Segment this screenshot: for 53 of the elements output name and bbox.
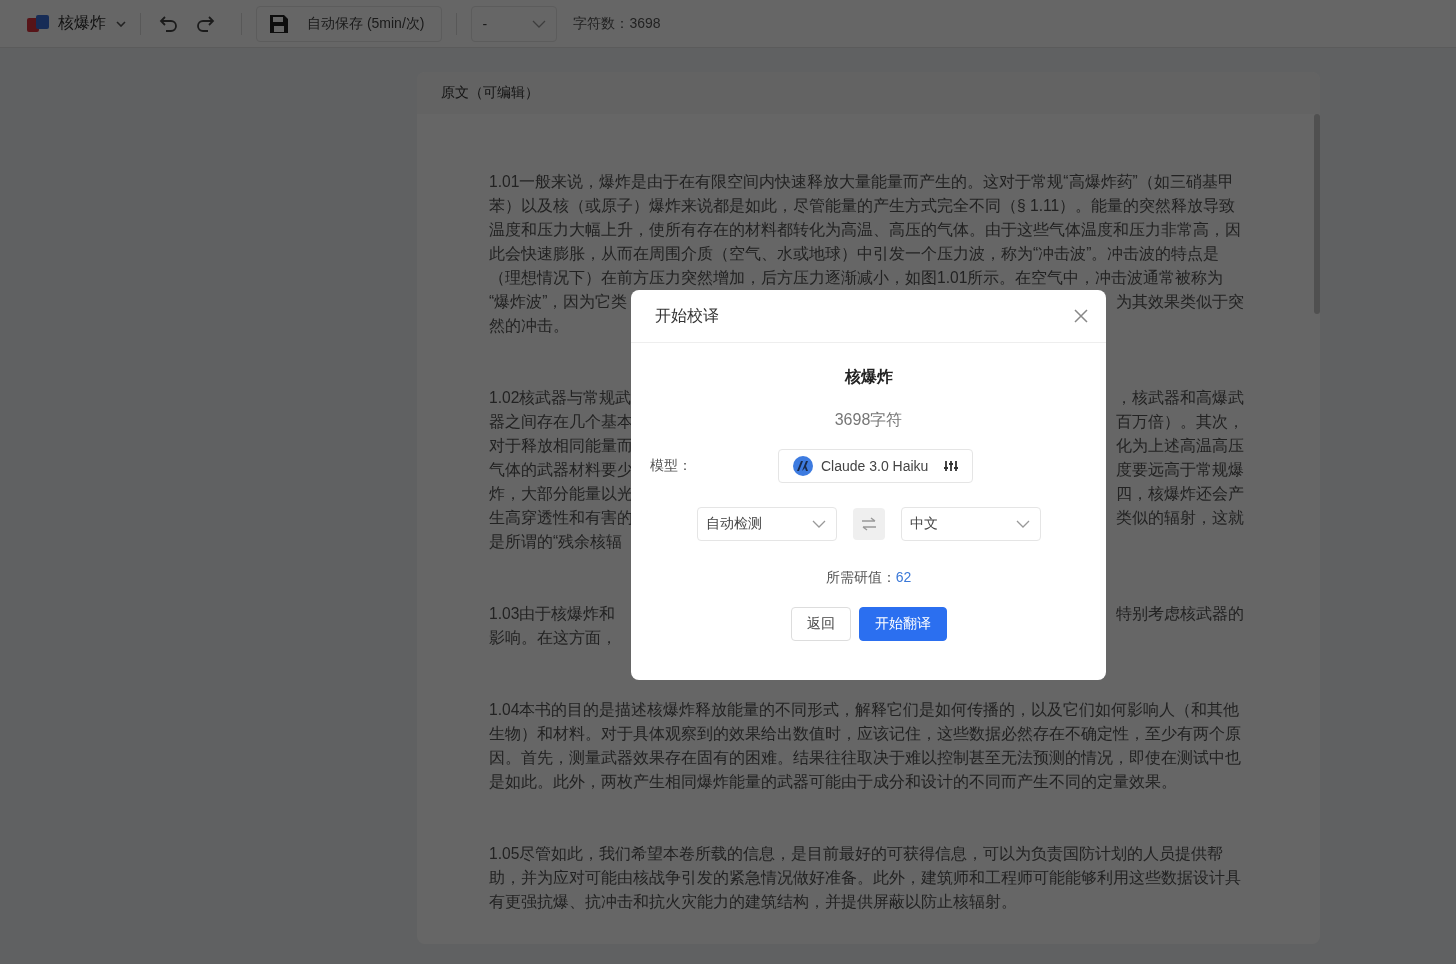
source-language-select[interactable]: 自动检测 <box>696 507 837 541</box>
text-line: 器之间存在几个基本 <box>489 412 633 432</box>
chevron-down-icon <box>532 19 547 28</box>
chevron-down-icon <box>811 520 826 528</box>
character-count: 字符数：3698 <box>573 14 661 33</box>
text-line: “爆炸波”，因为它类 <box>489 292 628 312</box>
text-line: 特别考虑核武器的 <box>1116 604 1244 624</box>
text-line: 1.02核武器与常规武 <box>489 388 632 408</box>
text-line: 1.03由于核爆炸和 <box>489 604 616 624</box>
text-line: 有更强抗爆、抗冲击和抗火灾能力的建筑结构，并提供屏蔽以防止核辐射。 <box>489 892 1017 912</box>
text-line: 为其效果类似于突 <box>1116 292 1244 312</box>
caret-icon <box>116 20 126 27</box>
model-logo-icon <box>793 456 813 476</box>
panel-title: 原文（可编辑） <box>441 84 539 102</box>
text-line: 百万倍）。其次， <box>1116 412 1244 432</box>
text-line: 生物）和材料。对于具体观察到的效果给出数值时，应该记住，这些数据必然存在不确定性，至少有两个原 <box>489 724 1241 744</box>
cost-value: 62 <box>895 569 912 585</box>
text-line: 类似的辐射，这就 <box>1116 508 1244 528</box>
swap-icon <box>860 517 877 531</box>
undo-icon <box>159 14 179 33</box>
text-line: 四，核爆炸还会产 <box>1116 484 1244 504</box>
close-icon <box>1074 309 1088 323</box>
swap-button[interactable] <box>852 508 885 540</box>
text-line: 然的冲击。 <box>489 316 569 336</box>
close-button[interactable] <box>1072 307 1090 325</box>
dialog-title: 开始校译 <box>655 305 719 326</box>
save-icon <box>269 13 289 34</box>
target-language-select[interactable]: 中文 <box>900 507 1041 541</box>
text-line: 温度和压力大幅上升，使所有存在的材料都转化为高温、高压的气体。由于这些气体温度和压力非常高，因 <box>489 220 1241 240</box>
text-line: 度要远高于常规爆 <box>1116 460 1244 480</box>
sliders-icon <box>944 460 959 472</box>
text-line: 1.05尽管如此，我们希望本卷所载的信息，是目前最好的可获得信息，可以为负责国防计划的人员提供帮 <box>489 844 1224 864</box>
text-line: 是如此。此外，两枚产生相同爆炸能量的武器可能由于成分和设计的不同而产生不同的定量效果。 <box>489 772 1177 792</box>
text-line: 1.04本书的目的是描述核爆炸释放能量的不同形式，解释它们是如何传播的，以及它们如何影响人（和其他 <box>489 700 1240 720</box>
chevron-down-icon <box>1015 520 1030 528</box>
text-line: 助，并为应对可能由核战争引发的紧急情况做好准备。此外，建筑师和工程师可能能够利用这些数据设计具 <box>489 868 1241 888</box>
text-line: 化为上述高温高压 <box>1116 436 1244 456</box>
redo-icon <box>195 14 215 33</box>
document-name: 核爆炸 <box>843 367 894 387</box>
text-line: 对于释放相同能量而 <box>489 436 633 456</box>
text-line: 苯）以及核（或原子）爆炸来说都是如此，尽管能量的产生方式完全不同（§ 1.11）。能量的突然释放导致 <box>489 196 1236 216</box>
app-logo-icon <box>26 12 50 35</box>
text-line: 因。首先，测量武器效果存在固有的困难。结果往往取决于难以控制甚至无法预测的情况，即使在测试中也 <box>489 748 1241 768</box>
start-translate-button[interactable]: 开始翻译 <box>858 607 947 641</box>
text-line: （理想情况下）在前方压力突然增加，后方压力逐渐减小，如图1.01所示。在空气中，冲击波通常被称为 <box>489 268 1224 288</box>
text-line: 影响。在这方面， <box>489 628 617 648</box>
model-label: 模型： <box>650 457 693 475</box>
back-button[interactable]: 返回 <box>790 607 851 641</box>
text-line: ，核武器和高爆武 <box>1116 388 1244 408</box>
model-select[interactable]: Claude 3.0 Haiku <box>778 449 974 483</box>
character-info: 3698字符 <box>833 410 904 430</box>
cost-label: 所需研值： <box>825 569 896 585</box>
text-line: 是所谓的“残余核辐 <box>489 532 623 552</box>
